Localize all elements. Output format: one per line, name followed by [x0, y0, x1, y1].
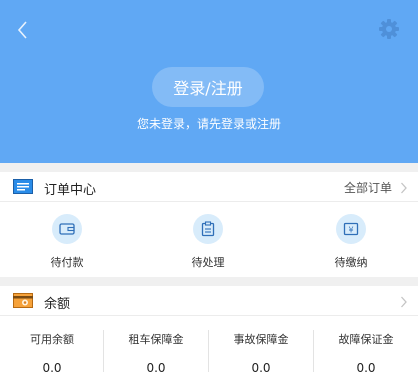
balance-value: 0.0	[146, 361, 166, 375]
balance-available[interactable]: 可用余额 0.0	[0, 320, 104, 376]
order-item-label: 待付款	[50, 256, 84, 269]
balance-fault-deposit[interactable]: 故障保证金 0.0	[314, 320, 418, 376]
chevron-right-icon	[400, 294, 408, 308]
order-item-label: 待缴纳	[334, 256, 368, 269]
balance-label: 故障保证金	[338, 333, 394, 346]
svg-text:¥: ¥	[348, 226, 353, 235]
balance-card-icon	[13, 293, 33, 308]
order-center-header[interactable]: 订单中心 全部订单	[0, 172, 418, 202]
balance-title: 余额	[44, 297, 71, 312]
order-center-title: 订单中心	[44, 183, 97, 198]
balance-value: 0.0	[42, 361, 62, 375]
balance-rental-deposit[interactable]: 租车保障金 0.0	[104, 320, 208, 376]
balance-label: 事故保障金	[233, 333, 289, 346]
balance-label: 租车保障金	[128, 333, 184, 346]
order-list-icon	[13, 179, 33, 194]
balance-value: 0.0	[251, 361, 271, 375]
balance-header[interactable]: 余额	[0, 286, 418, 316]
clipboard-icon	[193, 214, 223, 244]
balance-label: 可用余额	[30, 333, 74, 346]
order-pending-processing[interactable]: 待处理	[163, 214, 253, 270]
order-pending-payment[interactable]: 待付款	[22, 214, 112, 270]
all-orders-link[interactable]: 全部订单	[344, 179, 392, 196]
profile-header: 登录/注册 您未登录，请先登录或注册	[0, 0, 418, 163]
order-pending-deposit[interactable]: ¥ 待缴纳	[306, 214, 396, 270]
order-item-label: 待处理	[191, 256, 225, 269]
yen-card-icon: ¥	[336, 214, 366, 244]
back-icon[interactable]	[14, 18, 34, 42]
chevron-right-icon	[400, 180, 408, 194]
balance-accident-deposit[interactable]: 事故保障金 0.0	[209, 320, 313, 376]
login-register-button[interactable]: 登录/注册	[152, 67, 264, 107]
gear-icon[interactable]	[378, 18, 400, 40]
wallet-icon	[52, 214, 82, 244]
balance-value: 0.0	[356, 361, 376, 375]
login-hint-text: 您未登录，请先登录或注册	[136, 117, 281, 131]
